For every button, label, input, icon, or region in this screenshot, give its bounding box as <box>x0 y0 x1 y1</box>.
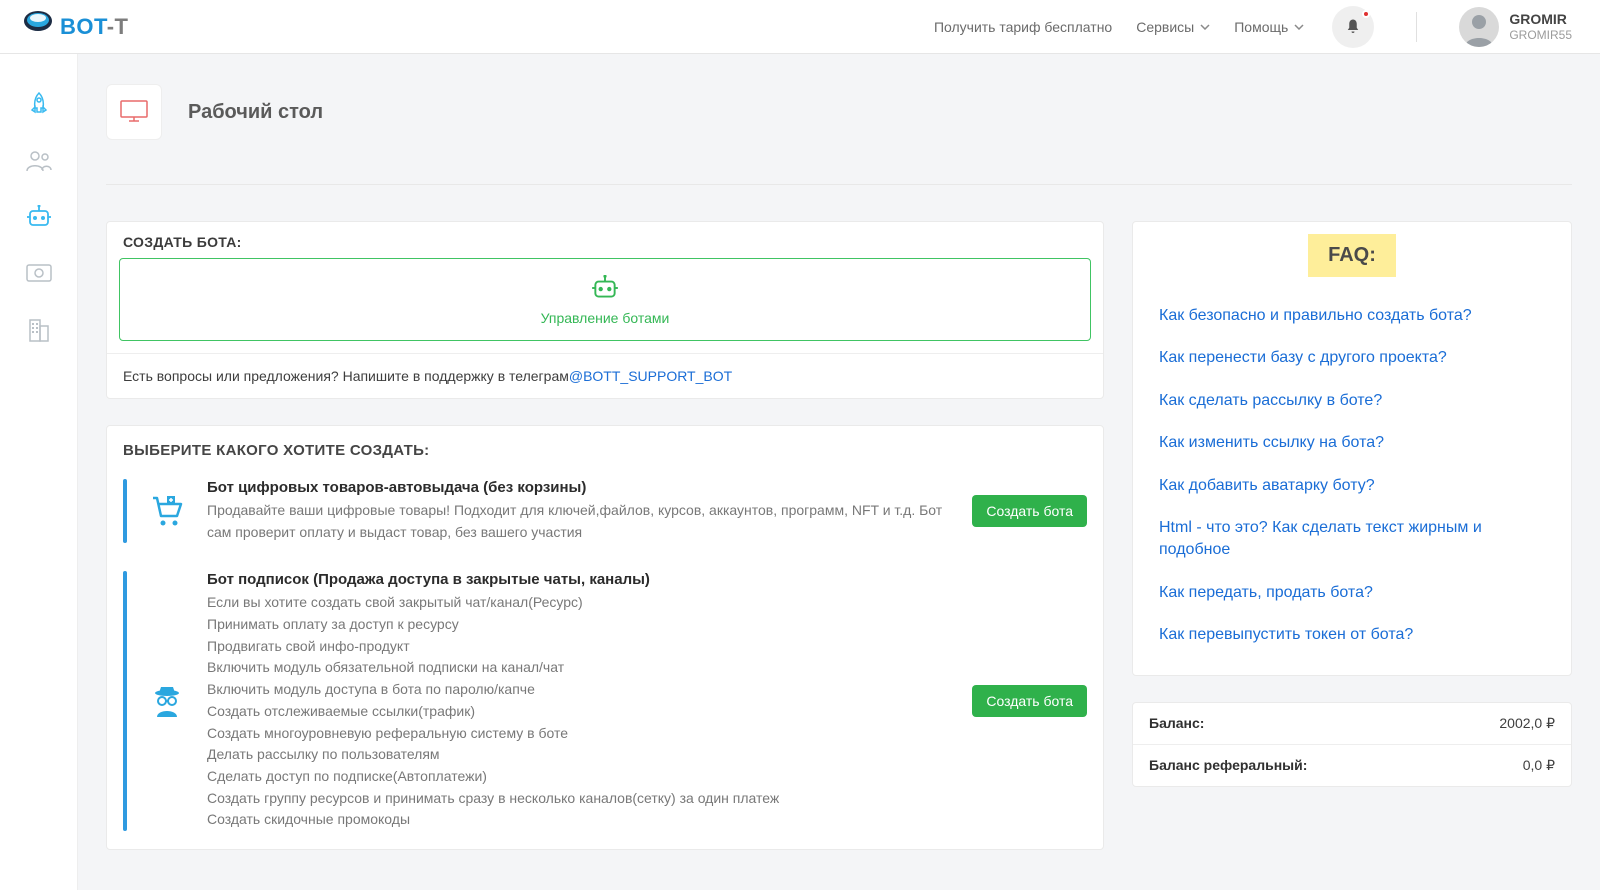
accent-bar <box>123 479 127 543</box>
balance-value: 0,0 ₽ <box>1523 757 1555 774</box>
avatar <box>1459 7 1499 47</box>
create-bot-button[interactable]: Создать бота <box>972 685 1087 717</box>
spy-icon <box>145 571 189 831</box>
support-link[interactable]: @BOTT_SUPPORT_BOT <box>569 368 732 384</box>
bot-type-feature-line: Делать рассылку по пользователям <box>207 744 954 766</box>
faq-link[interactable]: Как сделать рассылку в боте? <box>1149 380 1555 422</box>
user-name: GROMIR <box>1509 11 1572 28</box>
manage-bots-button[interactable]: Управление ботами <box>119 258 1091 341</box>
sidebar-item-money[interactable] <box>24 258 54 288</box>
bot-type-feature-line: Создать многоуровневую реферальную систе… <box>207 723 954 745</box>
top-links: Получить тариф бесплатно Сервисы Помощь … <box>934 6 1572 48</box>
link-help[interactable]: Помощь <box>1234 19 1304 35</box>
faq-link[interactable]: Как перевыпустить токен от бота? <box>1149 614 1555 656</box>
bot-type-feature-line: Продвигать свой инфо-продукт <box>207 636 954 658</box>
faq-link[interactable]: Html - что это? Как сделать текст жирным… <box>1149 507 1555 572</box>
cart-icon <box>145 479 189 543</box>
bot-type-subscriptions: Бот подписок (Продажа доступа в закрытые… <box>107 561 1103 849</box>
bot-type-feature-line: Если вы хотите создать свой закрытый чат… <box>207 592 954 614</box>
faq-link[interactable]: Как передать, продать бота? <box>1149 572 1555 614</box>
logo-icon <box>20 9 56 45</box>
accent-bar <box>123 571 127 831</box>
balance-label: Баланс: <box>1149 715 1204 732</box>
sidebar-item-robot[interactable] <box>24 202 54 232</box>
bell-icon <box>1344 18 1362 36</box>
top-bar: BOT-T Получить тариф бесплатно Сервисы П… <box>0 0 1600 54</box>
balance-row: Баланс реферальный: 0,0 ₽ <box>1133 745 1571 786</box>
bot-type-feature-line: Создать отслеживаемые ссылки(трафик) <box>207 701 954 723</box>
choose-title: ВЫБЕРИТЕ КАКОГО ХОТИТЕ СОЗДАТЬ: <box>107 426 1103 469</box>
faq-link[interactable]: Как изменить ссылку на бота? <box>1149 422 1555 464</box>
bot-type-feature-line: Включить модуль обязательной подписки на… <box>207 657 954 679</box>
bot-type-title: Бот подписок (Продажа доступа в закрытые… <box>207 571 954 588</box>
logo-text: BOT-T <box>60 14 129 40</box>
bot-type-feature-line: Принимать оплату за доступ к ресурсу <box>207 614 954 636</box>
faq-link[interactable]: Как перенести базу с другого проекта? <box>1149 337 1555 379</box>
link-services[interactable]: Сервисы <box>1136 19 1210 35</box>
faq-link[interactable]: Как добавить аватарку боту? <box>1149 465 1555 507</box>
create-bot-title: СОЗДАТЬ БОТА: <box>107 222 1103 258</box>
balance-value: 2002,0 ₽ <box>1499 715 1555 732</box>
support-line: Есть вопросы или предложения? Напишите в… <box>107 353 1103 398</box>
faq-card: FAQ: Как безопасно и правильно создать б… <box>1132 221 1572 676</box>
notifications-button[interactable] <box>1332 6 1374 48</box>
bot-type-feature-line: Создать группу ресурсов и принимать сраз… <box>207 788 954 810</box>
notification-dot <box>1362 10 1370 18</box>
balance-label: Баланс реферальный: <box>1149 757 1307 774</box>
create-bot-button[interactable]: Создать бота <box>972 495 1087 527</box>
chevron-down-icon <box>1200 24 1210 30</box>
sidebar-item-rocket[interactable] <box>24 90 54 120</box>
bot-type-feature-line: Включить модуль доступа в бота по паролю… <box>207 679 954 701</box>
user-handle: GROMIR55 <box>1509 28 1572 42</box>
robot-icon <box>590 288 620 304</box>
support-text: Есть вопросы или предложения? Напишите в… <box>123 368 569 384</box>
divider <box>1416 12 1417 42</box>
balance-row: Баланс: 2002,0 ₽ <box>1133 703 1571 745</box>
create-bot-card: СОЗДАТЬ БОТА: Управление ботами Есть воп… <box>106 221 1104 399</box>
link-services-label: Сервисы <box>1136 19 1194 35</box>
choose-bot-card: ВЫБЕРИТЕ КАКОГО ХОТИТЕ СОЗДАТЬ: Бот цифр… <box>106 425 1104 850</box>
bot-type-desc: Продавайте ваши цифровые товары! Подходи… <box>207 500 954 543</box>
main: Рабочий стол СОЗДАТЬ БОТА: Управление бо… <box>78 54 1600 890</box>
sidebar <box>0 54 78 890</box>
faq-badge: FAQ: <box>1308 234 1396 277</box>
bot-type-title: Бот цифровых товаров-автовыдача (без кор… <box>207 479 954 496</box>
bot-type-feature-line: Сделать доступ по подписке(Автоплатежи) <box>207 766 954 788</box>
faq-link[interactable]: Как безопасно и правильно создать бота? <box>1149 295 1555 337</box>
sidebar-item-users[interactable] <box>24 146 54 176</box>
link-help-label: Помощь <box>1234 19 1288 35</box>
page-header: Рабочий стол <box>106 54 1572 185</box>
page-title: Рабочий стол <box>188 101 323 124</box>
balance-card: Баланс: 2002,0 ₽ Баланс реферальный: 0,0 ₽ <box>1132 702 1572 787</box>
link-free-plan[interactable]: Получить тариф бесплатно <box>934 19 1112 35</box>
logo[interactable]: BOT-T <box>8 9 129 45</box>
bot-type-desc: Если вы хотите создать свой закрытый чат… <box>207 592 954 831</box>
bot-type-digital-goods: Бот цифровых товаров-автовыдача (без кор… <box>107 469 1103 561</box>
sidebar-item-building[interactable] <box>24 314 54 344</box>
user-menu[interactable]: GROMIR GROMIR55 <box>1459 7 1572 47</box>
bot-type-feature-line: Создать скидочные промокоды <box>207 809 954 831</box>
page-icon <box>106 84 162 140</box>
manage-bots-label: Управление ботами <box>120 310 1090 326</box>
chevron-down-icon <box>1294 24 1304 30</box>
